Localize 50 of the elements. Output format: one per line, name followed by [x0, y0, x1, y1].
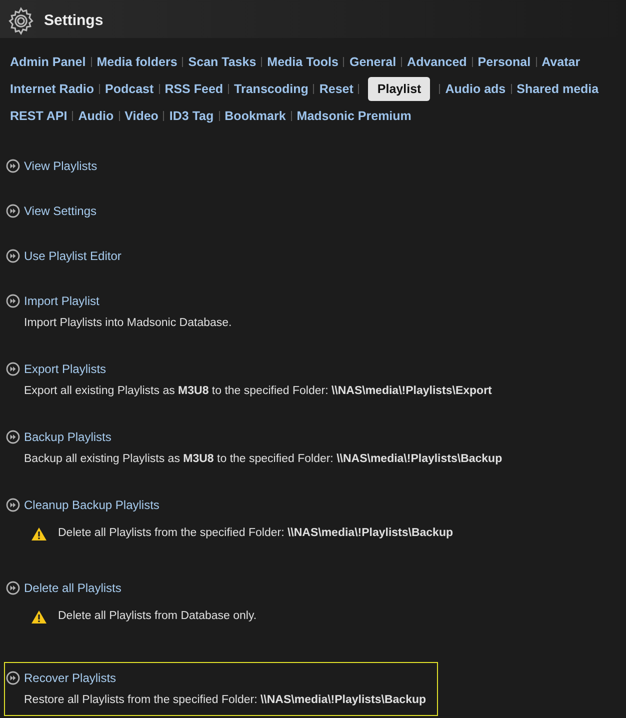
- forward-circle-icon: [6, 498, 20, 512]
- section-link[interactable]: Backup Playlists: [24, 428, 112, 446]
- settings-tab[interactable]: Madsonic Premium: [296, 106, 412, 126]
- forward-circle-icon: [6, 294, 20, 308]
- forward-circle-icon: [6, 430, 20, 444]
- forward-circle-icon: [6, 671, 20, 685]
- section-link[interactable]: Delete all Playlists: [24, 579, 122, 597]
- settings-tab[interactable]: Personal: [478, 52, 531, 72]
- warning-icon: [31, 527, 47, 541]
- section-link[interactable]: Import Playlist: [24, 292, 100, 310]
- settings-tab[interactable]: Avatar: [542, 52, 580, 72]
- settings-tab[interactable]: Podcast: [105, 80, 154, 98]
- section-link[interactable]: Cleanup Backup Playlists: [24, 496, 160, 514]
- section-link[interactable]: Export Playlists: [24, 360, 106, 378]
- description-text: Export all existing Playlists as M3U8 to the specified Folder: \\NAS\media\!Playlists\Export: [24, 384, 492, 400]
- description-text: Backup all existing Playlists as M3U8 to the specified Folder: \\NAS\media\!Playlists\Backup: [24, 452, 502, 468]
- settings-tab[interactable]: Media folders: [96, 52, 178, 72]
- settings-tab[interactable]: Bookmark: [224, 106, 286, 126]
- settings-tab[interactable]: RSS Feed: [164, 80, 224, 98]
- forward-circle-icon: [6, 159, 20, 173]
- section-link[interactable]: View Playlists: [24, 157, 98, 175]
- settings-tab[interactable]: Audio: [78, 106, 114, 126]
- settings-tab[interactable]: Shared media: [516, 80, 599, 98]
- forward-circle-icon: [6, 362, 20, 376]
- settings-tab[interactable]: Reset: [319, 80, 354, 98]
- settings-tab[interactable]: Admin Panel: [10, 52, 86, 72]
- settings-tab[interactable]: Transcoding: [234, 80, 308, 98]
- settings-tab[interactable]: Video: [124, 106, 158, 126]
- warning-text: Delete all Playlists from Database only.: [58, 609, 257, 624]
- settings-tab[interactable]: Internet Radio: [10, 80, 94, 98]
- page-title: Settings: [44, 10, 104, 31]
- settings-tab[interactable]: Media Tools: [267, 52, 338, 72]
- description-text: Restore all Playlists from the specified Folder: \\NAS\media\!Playlists\Backup: [24, 693, 426, 708]
- settings-tab[interactable]: Audio ads: [445, 80, 506, 98]
- settings-tab[interactable]: Scan Tasks: [188, 52, 256, 72]
- warning-icon: [31, 610, 47, 624]
- forward-circle-icon: [6, 249, 20, 263]
- forward-circle-icon: [6, 204, 20, 218]
- section-link[interactable]: Recover Playlists: [24, 669, 116, 687]
- section-link[interactable]: View Settings: [24, 202, 96, 220]
- section-link[interactable]: Use Playlist Editor: [24, 247, 122, 265]
- settings-icon: [6, 6, 36, 36]
- settings-tab[interactable]: Playlist: [368, 76, 430, 102]
- forward-circle-icon: [6, 581, 20, 595]
- settings-tab[interactable]: ID3 Tag: [169, 106, 214, 126]
- description-text: Import Playlists into Madsonic Database.: [24, 316, 232, 332]
- settings-tab[interactable]: General: [349, 52, 396, 72]
- settings-tab[interactable]: Advanced: [407, 52, 467, 72]
- settings-tab[interactable]: REST API: [10, 106, 68, 126]
- warning-text: Delete all Playlists from the specified Folder: \\NAS\media\!Playlists\Backup: [58, 526, 454, 542]
